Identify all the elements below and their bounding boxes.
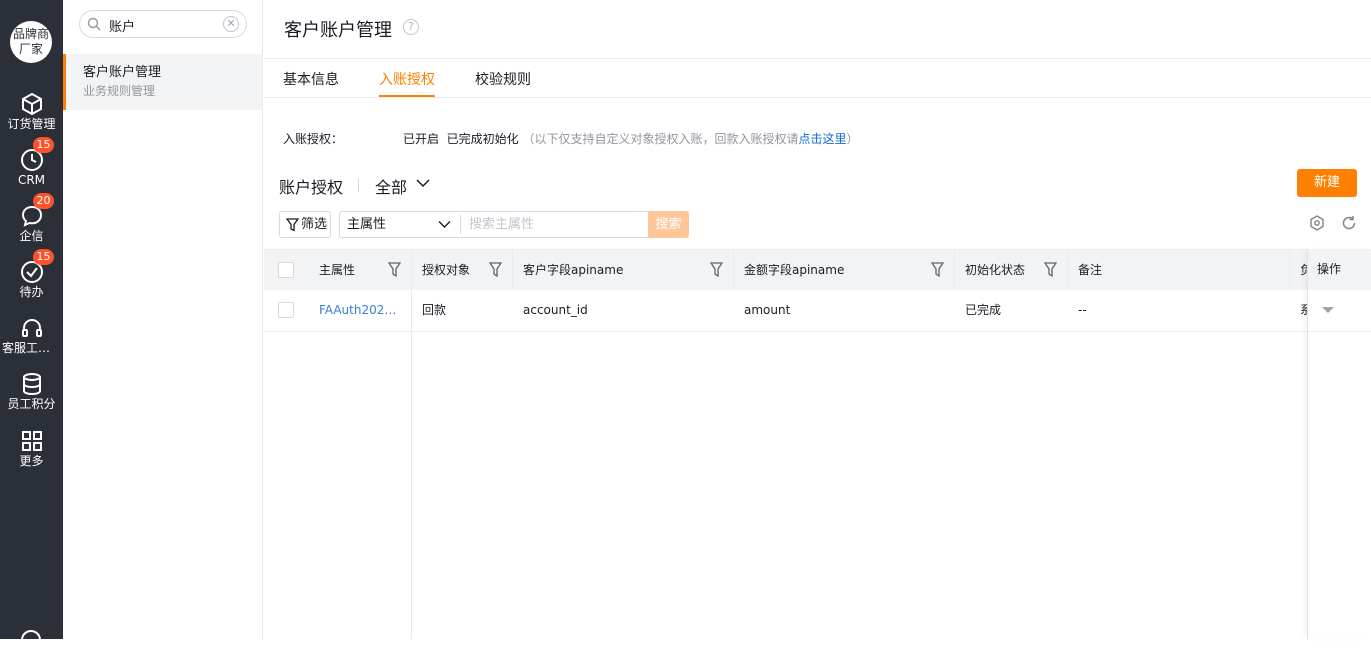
settings-icon[interactable] [21,630,41,650]
nav-item-messenger[interactable]: 20 企信 [0,193,63,256]
scope-dropdown[interactable]: 全部 [375,174,407,198]
column-header-remark[interactable]: 备注 [1068,250,1290,290]
column-header-customer-field[interactable]: 客户字段apiname [513,250,734,290]
nav-label: 更多 [19,454,44,468]
refresh-icon[interactable] [1341,215,1357,231]
menu-search[interactable]: 账户 ✕ [79,10,247,38]
column-header-auth-object[interactable]: 授权对象 [412,250,513,290]
divider [358,178,359,192]
filter-button[interactable]: 筛选 [279,211,331,238]
nav-label: 客服工作台 [2,341,63,355]
tab-entry-authorization[interactable]: 入账授权 [379,69,435,89]
nav-label: 订货管理 [7,117,56,131]
menu-item-subtitle: 业务规则管理 [83,84,156,98]
column-header-label: 备注 [1078,263,1103,277]
database-icon [22,373,41,396]
chevron-down-icon [438,221,451,228]
column-header-main-attribute[interactable]: 主属性 [309,250,412,290]
page-title: 客户账户管理 [284,20,392,41]
column-header-label: 初始化状态 [965,263,1026,277]
column-header-init-status[interactable]: 初始化状态 [955,250,1068,290]
active-tab-indicator [379,95,435,97]
cell-customer-field: account_id [523,303,588,317]
operation-header: 操作 [1308,249,1371,290]
settings-icon[interactable] [1309,215,1325,231]
column-header-label: 授权对象 [422,263,470,277]
help-icon[interactable]: ? [403,19,419,35]
auth-hint: （以下仅支持自定义对象授权入账，回款入账授权请 [522,132,799,146]
chevron-down-icon[interactable] [416,178,430,188]
select-all-checkbox[interactable] [278,262,294,278]
filter-label: 筛选 [301,217,328,232]
nav-label: 待办 [19,285,44,299]
auth-status-line: 已开启 已完成初始化 （以下仅支持自定义对象授权入账，回款入账授权请点击这里） [403,130,859,147]
nav-item-crm[interactable]: 15 CRM [0,137,63,200]
notification-badge: 15 [33,137,54,153]
table-row[interactable]: FAAuth2022... 回款 account_id amount 已完成 -… [264,290,1371,332]
main-content: 客户账户管理 ? 基本信息 入账授权 校验规则 入账授权： 已开启 已完成初始化… [264,0,1371,639]
cell-main-attribute[interactable]: FAAuth2022... [309,290,412,331]
filter-icon [286,218,299,232]
nav-label: 企信 [19,229,44,243]
nav-item-order-management[interactable]: 订货管理 [0,92,63,144]
filter-icon[interactable] [1044,262,1057,277]
row-checkbox[interactable] [278,302,294,318]
nav-item-customer-service[interactable]: 客服工作台 [0,316,63,368]
new-button[interactable]: 新建 [1297,169,1357,197]
notification-badge: 20 [33,193,54,209]
operation-cell [1308,290,1371,332]
column-header-label: 客户字段apiname [523,263,624,277]
filter-icon[interactable] [710,262,723,277]
fixed-column-divider [411,290,412,639]
nav-label: CRM [17,173,46,187]
search-input[interactable] [461,211,649,238]
headset-icon [21,318,42,337]
app-nav: 品牌商厂家 订货管理 15 CRM 20 企信 15 待办 客服工作台 员工积分… [0,0,63,650]
operation-column-body [1308,332,1371,639]
field-select-value: 主属性 [347,217,387,232]
tab-basic-info[interactable]: 基本信息 [283,69,339,89]
operation-column: 操作 [1307,249,1371,639]
brand-logo[interactable]: 品牌商厂家 [10,21,52,63]
cell-remark: -- [1078,303,1087,317]
cube-icon [21,92,42,116]
auth-hint-end: ） [846,132,859,146]
filter-icon[interactable] [931,262,944,277]
secondary-menu: 账户 ✕ 客户账户管理 业务规则管理 [63,0,263,639]
cell-amount-field: amount [744,303,791,317]
search-button[interactable]: 搜索 [648,211,689,238]
nav-item-todo[interactable]: 15 待办 [0,249,63,312]
nav-item-employee-points[interactable]: 员工积分 [0,372,63,424]
field-select[interactable]: 主属性 [339,211,461,238]
column-header-label: 金额字段apiname [744,263,845,277]
tab-bar: 基本信息 入账授权 校验规则 [264,59,1371,98]
column-header-amount-field[interactable]: 金额字段apiname [734,250,955,290]
menu-item-title: 客户账户管理 [83,65,162,80]
menu-search-value[interactable]: 账户 [109,16,135,35]
nav-label: 员工积分 [7,397,56,411]
auth-label: 入账授权： [283,132,344,146]
search-icon [87,17,101,31]
caret-down-icon[interactable] [1322,307,1334,314]
filter-icon[interactable] [388,262,401,277]
menu-item-customer-account[interactable]: 客户账户管理 业务规则管理 [63,54,262,110]
tab-validation-rules[interactable]: 校验规则 [475,69,531,89]
column-header-label: 主属性 [319,263,356,277]
grid-icon [21,431,42,451]
clear-icon[interactable]: ✕ [223,16,239,32]
click-here-link[interactable]: 点击这里 [798,132,846,146]
nav-item-more[interactable]: 更多 [0,429,63,481]
table-header: 主属性 授权对象 客户字段apiname 金额字段apiname 初始化状态 备… [264,249,1371,290]
list-title: 账户授权 [279,178,344,197]
notification-badge: 15 [33,249,54,265]
header-checkbox-cell [264,250,309,290]
filter-icon[interactable] [489,262,502,277]
cell-init-status: 已完成 [965,303,1002,317]
auth-status: 已开启 已完成初始化 [403,132,519,146]
cell-auth-object: 回款 [422,303,447,317]
